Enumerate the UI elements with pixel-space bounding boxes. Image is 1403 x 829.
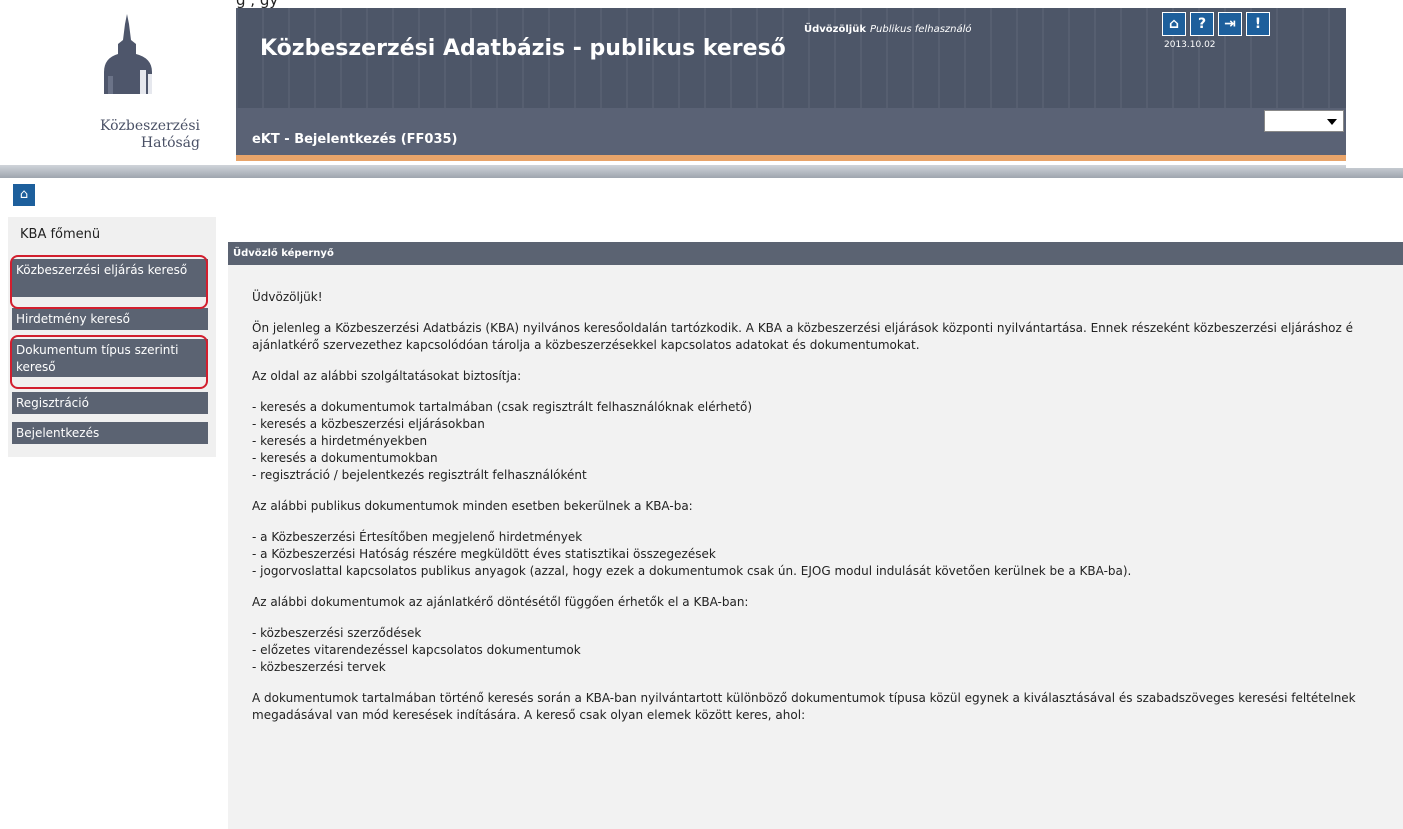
home-icon[interactable]: ⌂ [12,183,36,207]
logo-line-2: Hatóság [140,135,200,151]
welcome-user: Publikus felhasználó [869,24,972,35]
panel-title: Üdvözlő képernyő [228,242,1403,265]
list-item: - közbeszerzési szerződések [252,626,422,640]
header-icon-buttons: ⌂ ? ⇥ ! [1162,12,1270,36]
optional-docs-list: - közbeszerzési szerződések - előzetes v… [252,625,1392,676]
language-dropdown[interactable] [1264,110,1344,132]
list-item: - keresés a dokumentumok tartalmában (cs… [252,400,753,414]
current-date: 2013.10.02 [1164,40,1216,50]
search-text-line-1: A dokumentumok tartalmában történő keres… [252,691,1356,705]
chevron-down-icon [1327,119,1337,125]
header-right-spacer [1346,0,1403,168]
list-item: - keresés a közbeszerzési eljárásokban [252,417,485,431]
public-docs-title: Az alábbi publikus dokumentumok minden e… [252,499,693,513]
help-icon[interactable]: ? [1190,12,1214,36]
cathedral-logo-icon [96,14,160,94]
logo-line-1: Közbeszerzési [100,118,200,134]
page-subtitle: eKT - Bejelentkezés (FF035) [252,132,458,147]
sidebar-item-login[interactable]: Bejelentkezés [12,422,208,444]
highlight-procedure-search [10,255,208,309]
sidebar-item-notice-search[interactable]: Hirdetmény kereső [12,308,208,330]
intro-line-1: Ön jelenleg a Közbeszerzési Adatbázis (K… [252,321,1354,335]
header-divider [0,165,1403,178]
list-item: - regisztráció / bejelentkezés regisztrá… [252,468,587,482]
greeting: Üdvözöljük! [252,290,323,304]
welcome-panel: Üdvözöljük! Ön jelenleg a Közbeszerzési … [228,265,1403,829]
welcome-label: Üdvözöljük [804,24,866,35]
sidebar-title: KBA főmenü [20,227,101,242]
services-list: - keresés a dokumentumok tartalmában (cs… [252,399,1392,484]
home-icon[interactable]: ⌂ [1162,12,1186,36]
optional-docs-title: Az alábbi dokumentumok az ajánlatkérő dö… [252,595,749,609]
list-item: - előzetes vitarendezéssel kapcsolatos d… [252,643,581,657]
list-item: - keresés a dokumentumokban [252,451,438,465]
list-item: - a Közbeszerzési Értesítőben megjelenő … [252,530,583,544]
highlight-document-search [10,335,208,389]
accent-line [236,155,1346,161]
list-item: - közbeszerzési tervek [252,660,386,674]
search-text-line-2: megadásával van mód keresések indítására… [252,708,806,722]
intro-line-2: ajánlatkérő szervezethez kapcsolódóan tá… [252,338,920,352]
sidebar-item-registration[interactable]: Regisztráció [12,392,208,414]
services-title: Az oldal az alábbi szolgáltatásokat bizt… [252,369,522,383]
logout-icon[interactable]: ⇥ [1218,12,1242,36]
list-item: - jogorvoslattal kapcsolatos publikus an… [252,564,1132,578]
list-item: - keresés a hirdetményekben [252,434,428,448]
welcome-content: Üdvözöljük! Ön jelenleg a Közbeszerzési … [252,289,1392,738]
welcome-text: Üdvözöljük Publikus felhasználó [804,24,972,35]
app-title: Közbeszerzési Adatbázis - publikus keres… [260,36,786,61]
list-item: - a Közbeszerzési Hatóság részére megkül… [252,547,716,561]
authority-logo[interactable]: Közbeszerzési Hatóság [0,0,236,162]
logo-text: Közbeszerzési Hatóság [0,118,200,152]
alert-icon[interactable]: ! [1246,12,1270,36]
public-docs-list: - a Közbeszerzési Értesítőben megjelenő … [252,529,1392,580]
